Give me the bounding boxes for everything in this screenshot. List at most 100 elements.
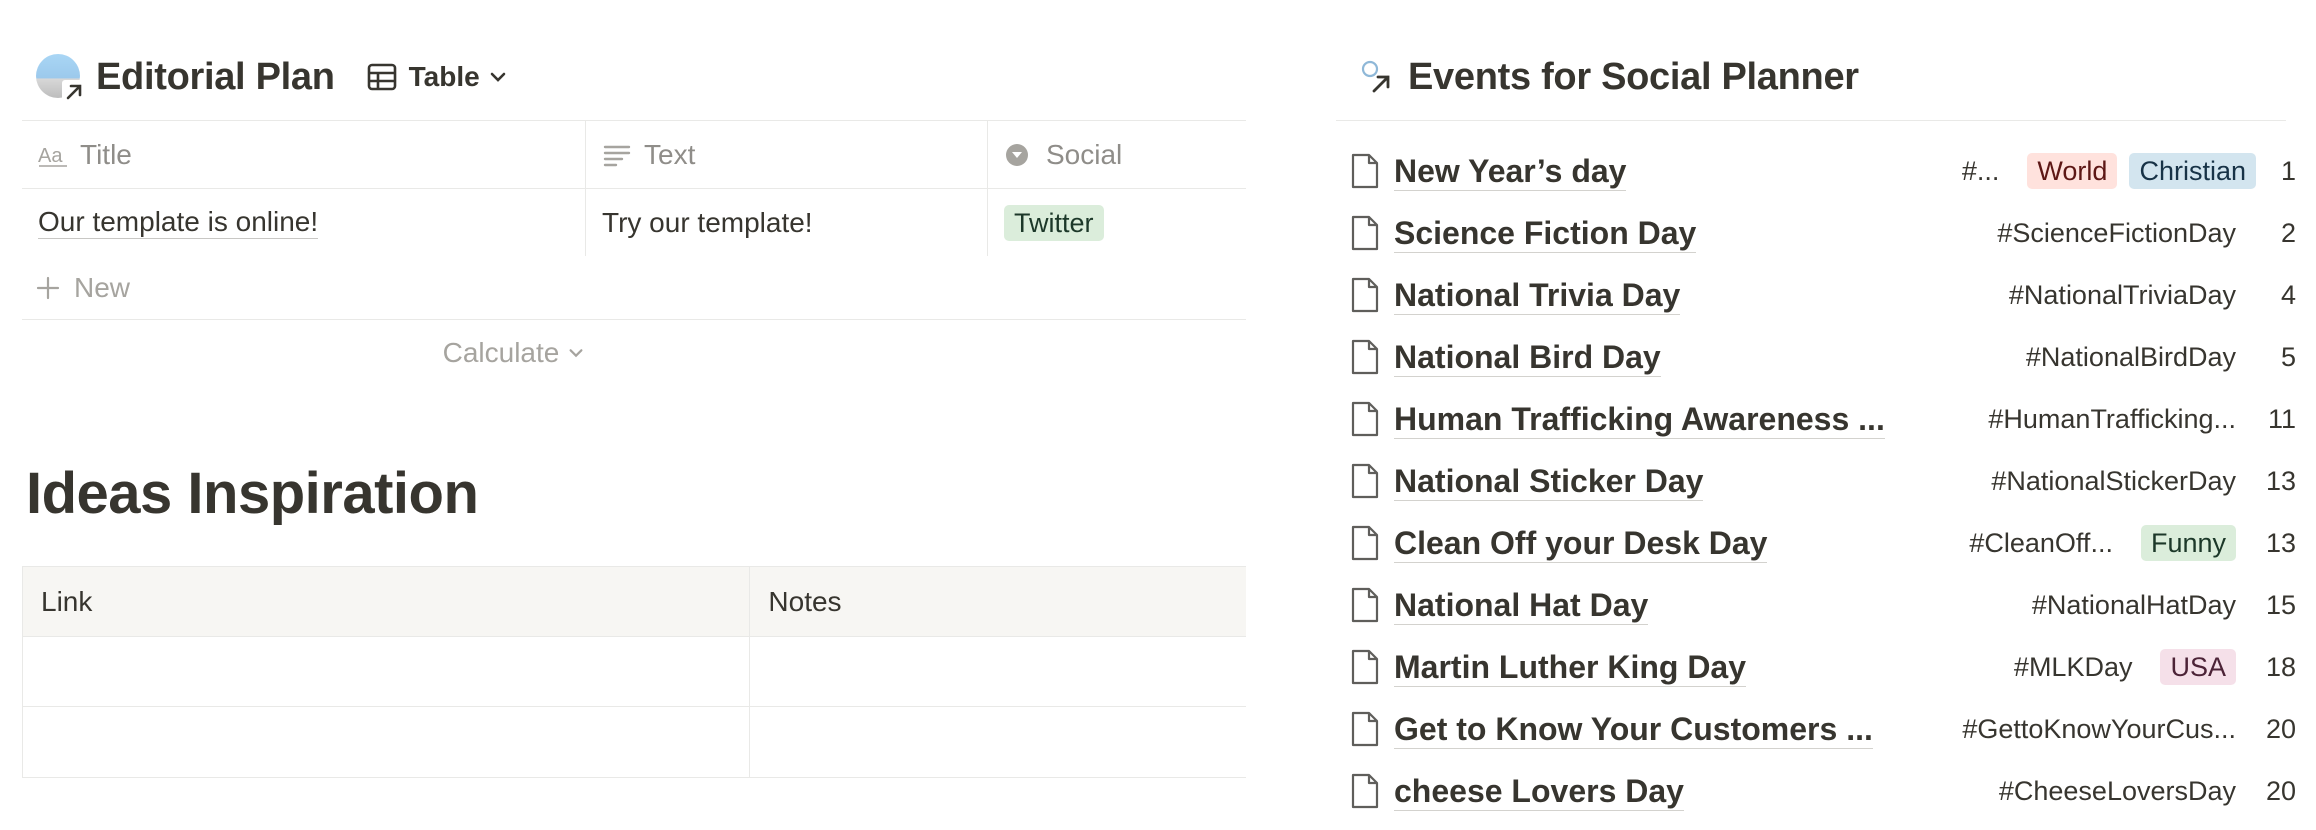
table-icon xyxy=(367,63,396,91)
event-date: 4 xyxy=(2280,279,2296,310)
event-date: 13 xyxy=(2265,527,2296,558)
notion-page: Editorial Plan Table Aa Title Text Socia… xyxy=(0,0,2316,830)
cell-notes[interactable] xyxy=(750,707,1246,777)
table-header-row: Link Notes xyxy=(23,567,1246,637)
event-name: Clean Off your Desk Day xyxy=(1394,524,1768,563)
event-hashtag: #NationalBirdDay xyxy=(2025,341,2236,372)
event-hashtag: #NationalTriviaDay xyxy=(2008,279,2236,310)
new-row-button[interactable]: New xyxy=(22,256,1246,320)
divider xyxy=(1336,120,2286,121)
svg-text:Aa: Aa xyxy=(38,145,63,167)
list-item[interactable]: Science Fiction Day #ScienceFictionDay 2 xyxy=(1344,202,2296,264)
event-date: 11 xyxy=(2267,403,2296,434)
event-tag: World xyxy=(2027,153,2118,189)
plus-icon xyxy=(36,276,60,299)
cell-social[interactable]: Twitter xyxy=(988,189,1246,256)
list-item[interactable]: Human Trafficking Awareness ... #HumanTr… xyxy=(1344,388,2296,450)
editorial-plan-title[interactable]: Editorial Plan xyxy=(96,56,335,99)
text-lines-icon xyxy=(603,145,631,166)
cell-link[interactable] xyxy=(23,707,751,777)
page-icon xyxy=(1351,339,1379,375)
event-name: Human Trafficking Awareness ... xyxy=(1394,400,1885,439)
events-header: Events for Social Planner xyxy=(1360,52,1859,102)
event-date: 20 xyxy=(2265,775,2296,806)
event-tag: USA xyxy=(2160,649,2236,685)
list-item[interactable]: New Year’s day #... World Christian 1 xyxy=(1344,140,2296,202)
event-hashtag: #NationalHatDay xyxy=(2031,589,2236,620)
event-date: 20 xyxy=(2265,713,2296,744)
cell-title[interactable]: Our template is online! xyxy=(22,189,586,256)
column-header-link[interactable]: Link xyxy=(23,567,751,636)
editorial-plan-table: Aa Title Text Social Our template is onl… xyxy=(22,120,1246,386)
list-item[interactable]: National Sticker Day #NationalStickerDay… xyxy=(1344,450,2296,512)
event-date: 2 xyxy=(2280,217,2296,248)
page-icon xyxy=(1351,773,1379,809)
chevron-down-icon xyxy=(569,349,583,358)
event-name: New Year’s day xyxy=(1394,152,1627,191)
table-row xyxy=(23,707,1246,777)
table-row[interactable]: Our template is online! Try our template… xyxy=(22,188,1246,256)
editorial-plan-header: Editorial Plan Table xyxy=(36,52,514,104)
page-icon xyxy=(1351,587,1379,623)
page-icon xyxy=(1351,649,1379,685)
page-icon xyxy=(1351,153,1379,189)
list-item[interactable]: National Trivia Day #NationalTriviaDay 4 xyxy=(1344,264,2296,326)
cell-text[interactable]: Try our template! xyxy=(586,189,988,256)
view-label: Table xyxy=(408,61,480,92)
events-title[interactable]: Events for Social Planner xyxy=(1408,56,1859,99)
linked-database-icon[interactable] xyxy=(1360,57,1394,97)
event-hashtag: #HumanTrafficking... xyxy=(1988,403,2236,434)
column-header-title[interactable]: Aa Title xyxy=(22,121,586,188)
database-image-icon[interactable] xyxy=(36,54,86,104)
table-header-row: Aa Title Text Social xyxy=(22,120,1246,188)
event-hashtag: #MLKDay xyxy=(2013,651,2133,682)
event-name: Martin Luther King Day xyxy=(1394,648,1747,687)
page-icon xyxy=(1351,711,1379,747)
page-icon xyxy=(1351,215,1379,251)
event-hashtag: #CheeseLoversDay xyxy=(1998,775,2236,806)
chevron-down-icon xyxy=(490,72,506,82)
event-date: 13 xyxy=(2265,465,2296,496)
event-hashtag: #ScienceFictionDay xyxy=(1997,217,2236,248)
page-icon xyxy=(1351,277,1379,313)
event-hashtag: #GettoKnowYourCus... xyxy=(1962,713,2236,744)
view-switcher[interactable]: Table xyxy=(361,57,514,97)
cell-notes[interactable] xyxy=(750,637,1246,706)
column-header-social[interactable]: Social xyxy=(988,121,1246,188)
cell-link[interactable] xyxy=(23,637,751,706)
calculate-button[interactable]: Calculate xyxy=(22,320,1246,386)
event-name: National Trivia Day xyxy=(1394,276,1681,315)
page-icon xyxy=(1351,525,1379,561)
list-item[interactable]: Get to Know Your Customers ... #GettoKno… xyxy=(1344,698,2296,760)
page-icon xyxy=(1351,463,1379,499)
ideas-table: Link Notes xyxy=(22,566,1246,778)
event-tag: Funny xyxy=(2140,525,2236,561)
event-hashtag: #... xyxy=(1961,155,2000,186)
event-name: Get to Know Your Customers ... xyxy=(1394,710,1873,749)
list-item[interactable]: Martin Luther King Day #MLKDay USA 18 xyxy=(1344,636,2296,698)
list-item[interactable]: National Hat Day #NationalHatDay 15 xyxy=(1344,574,2296,636)
list-item[interactable]: cheese Lovers Day #CheeseLoversDay 20 xyxy=(1344,760,2296,822)
event-hashtag: #NationalStickerDay xyxy=(1991,465,2236,496)
select-circle-icon xyxy=(1006,143,1028,166)
text-aa-icon: Aa xyxy=(38,145,67,167)
event-name: National Bird Day xyxy=(1394,338,1661,377)
event-name: Science Fiction Day xyxy=(1394,214,1697,253)
ideas-inspiration-heading: Ideas Inspiration xyxy=(26,461,479,526)
event-date: 18 xyxy=(2265,651,2296,682)
event-name: National Hat Day xyxy=(1394,586,1649,625)
event-tag: Christian xyxy=(2129,153,2256,189)
event-name: National Sticker Day xyxy=(1394,462,1704,501)
column-header-text[interactable]: Text xyxy=(586,121,988,188)
list-item[interactable]: National Bird Day #NationalBirdDay 5 xyxy=(1344,326,2296,388)
event-hashtag: #CleanOff... xyxy=(1969,527,2113,558)
page-icon xyxy=(1351,401,1379,437)
column-header-notes[interactable]: Notes xyxy=(750,567,1246,636)
events-list: New Year’s day #... World Christian 1 Sc… xyxy=(1344,140,2296,822)
list-item[interactable]: Clean Off your Desk Day #CleanOff... Fun… xyxy=(1344,512,2296,574)
event-date: 15 xyxy=(2265,589,2296,620)
event-date: 1 xyxy=(2280,155,2296,186)
table-row xyxy=(23,637,1246,707)
event-date: 5 xyxy=(2280,341,2296,372)
event-name: cheese Lovers Day xyxy=(1394,772,1684,811)
